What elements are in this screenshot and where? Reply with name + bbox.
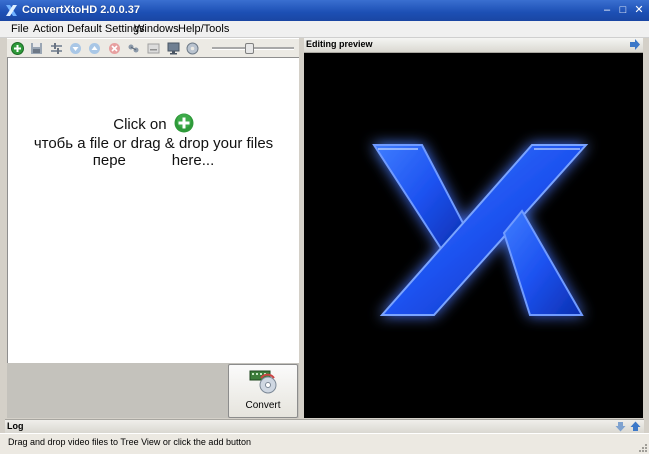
log-title: Log — [7, 421, 24, 431]
hint-line-1: Click on — [8, 113, 299, 133]
app-logo-icon — [6, 5, 17, 16]
convert-label: Convert — [245, 400, 281, 411]
toolbar — [7, 38, 299, 59]
menu-help-tools[interactable]: Help/Tools — [178, 23, 229, 35]
menu-windows[interactable]: Windows — [134, 23, 179, 35]
maximize-button[interactable]: □ — [615, 3, 631, 18]
preview-header: Editing preview — [304, 38, 643, 53]
title-bar: ConvertXtoHD 2.0.0.37 – □ ✕ — [0, 0, 649, 21]
delete-icon[interactable] — [108, 42, 121, 55]
menu-action[interactable]: Action — [33, 23, 64, 35]
monitor-icon[interactable] — [167, 42, 180, 55]
convert-button[interactable]: Convert — [228, 364, 298, 418]
arrow-right-icon[interactable] — [629, 39, 640, 50]
menu-file[interactable]: File — [11, 23, 29, 35]
arrow-up-icon[interactable] — [630, 421, 641, 432]
convert-icon — [249, 370, 277, 394]
hint-line-3: пере here... — [92, 152, 215, 169]
settings-icon[interactable] — [50, 42, 63, 55]
x-logo-icon — [372, 144, 589, 316]
hint-click-on-text: Click on — [113, 116, 167, 133]
move-up-icon[interactable] — [88, 42, 101, 55]
chapters-icon[interactable] — [127, 42, 140, 55]
log-panel-header: Log — [5, 419, 644, 434]
disc-icon[interactable] — [186, 42, 199, 55]
add-file-icon[interactable] — [11, 42, 24, 55]
add-file-icon[interactable] — [174, 113, 194, 133]
resize-grip-icon[interactable] — [637, 442, 647, 452]
menu-default-settings[interactable]: Default Settings — [67, 23, 145, 35]
save-icon[interactable] — [30, 42, 43, 55]
tree-view-drop-area[interactable]: Click on чтобь a file or drag & drop you… — [7, 57, 300, 364]
status-text: Drag and drop video files to Tree View o… — [8, 437, 251, 447]
close-button[interactable]: ✕ — [631, 3, 647, 18]
subtitle-icon[interactable] — [147, 42, 160, 55]
minimize-button[interactable]: – — [599, 3, 615, 18]
status-bar: Drag and drop video files to Tree View o… — [0, 433, 649, 454]
menu-bar: File Action Default Settings Windows Hel… — [0, 21, 649, 38]
hint-line-2: чтобь a file or drag & drop your files — [33, 135, 274, 152]
zoom-slider-thumb[interactable] — [244, 43, 254, 54]
editing-preview — [304, 53, 643, 418]
arrow-down-icon[interactable] — [615, 421, 626, 432]
move-down-icon[interactable] — [69, 42, 82, 55]
window-title: ConvertXtoHD 2.0.0.37 — [22, 4, 140, 16]
preview-title: Editing preview — [306, 39, 373, 49]
